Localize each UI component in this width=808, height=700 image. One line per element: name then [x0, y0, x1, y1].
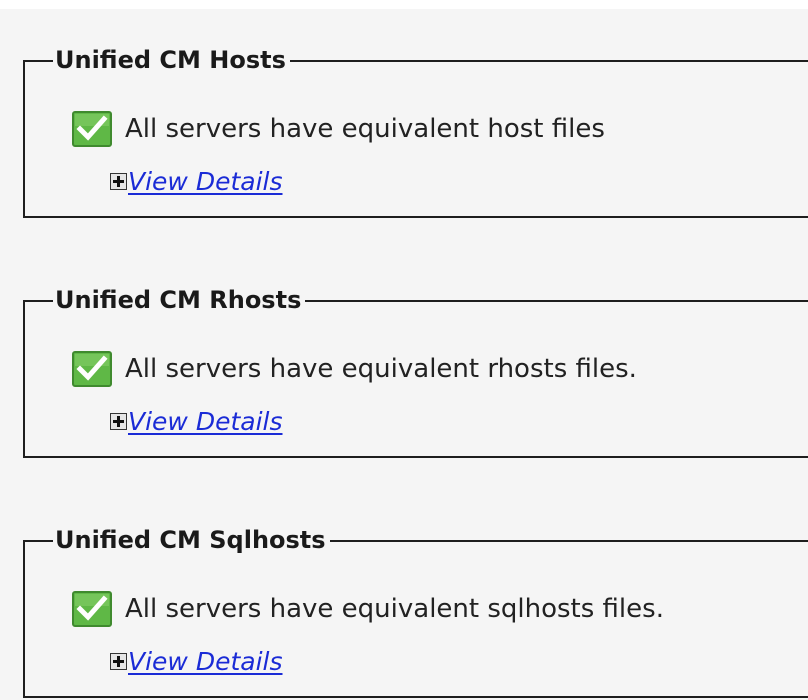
section-unified-cm-rhosts: Unified CM Rhosts All servers have equiv…	[23, 285, 808, 458]
view-details-row[interactable]: View Details	[110, 645, 283, 677]
checkmark-icon	[72, 591, 112, 627]
section-title: Unified CM Sqlhosts	[53, 525, 330, 555]
checkmark-icon	[72, 111, 112, 147]
view-details-link[interactable]: View Details	[128, 407, 283, 436]
status-row: All servers have equivalent rhosts files…	[72, 349, 637, 389]
status-row: All servers have equivalent host files	[72, 109, 605, 149]
status-text: All servers have equivalent rhosts files…	[125, 354, 637, 384]
status-text: All servers have equivalent sqlhosts fil…	[125, 594, 664, 624]
page: Unified CM Hosts All servers have equiva…	[0, 0, 808, 700]
view-details-link[interactable]: View Details	[128, 647, 283, 676]
status-row: All servers have equivalent sqlhosts fil…	[72, 589, 664, 629]
expand-plus-icon[interactable]	[110, 652, 127, 670]
section-unified-cm-hosts: Unified CM Hosts All servers have equiva…	[23, 45, 808, 218]
checkmark-icon	[72, 351, 112, 387]
view-details-link[interactable]: View Details	[128, 167, 283, 196]
expand-plus-icon[interactable]	[110, 172, 127, 190]
section-title: Unified CM Hosts	[53, 45, 290, 75]
status-text: All servers have equivalent host files	[125, 114, 605, 144]
top-strip	[0, 0, 808, 9]
expand-plus-icon[interactable]	[110, 412, 127, 430]
section-unified-cm-sqlhosts: Unified CM Sqlhosts All servers have equ…	[23, 525, 808, 698]
view-details-row[interactable]: View Details	[110, 165, 283, 197]
view-details-row[interactable]: View Details	[110, 405, 283, 437]
section-title: Unified CM Rhosts	[53, 285, 306, 315]
